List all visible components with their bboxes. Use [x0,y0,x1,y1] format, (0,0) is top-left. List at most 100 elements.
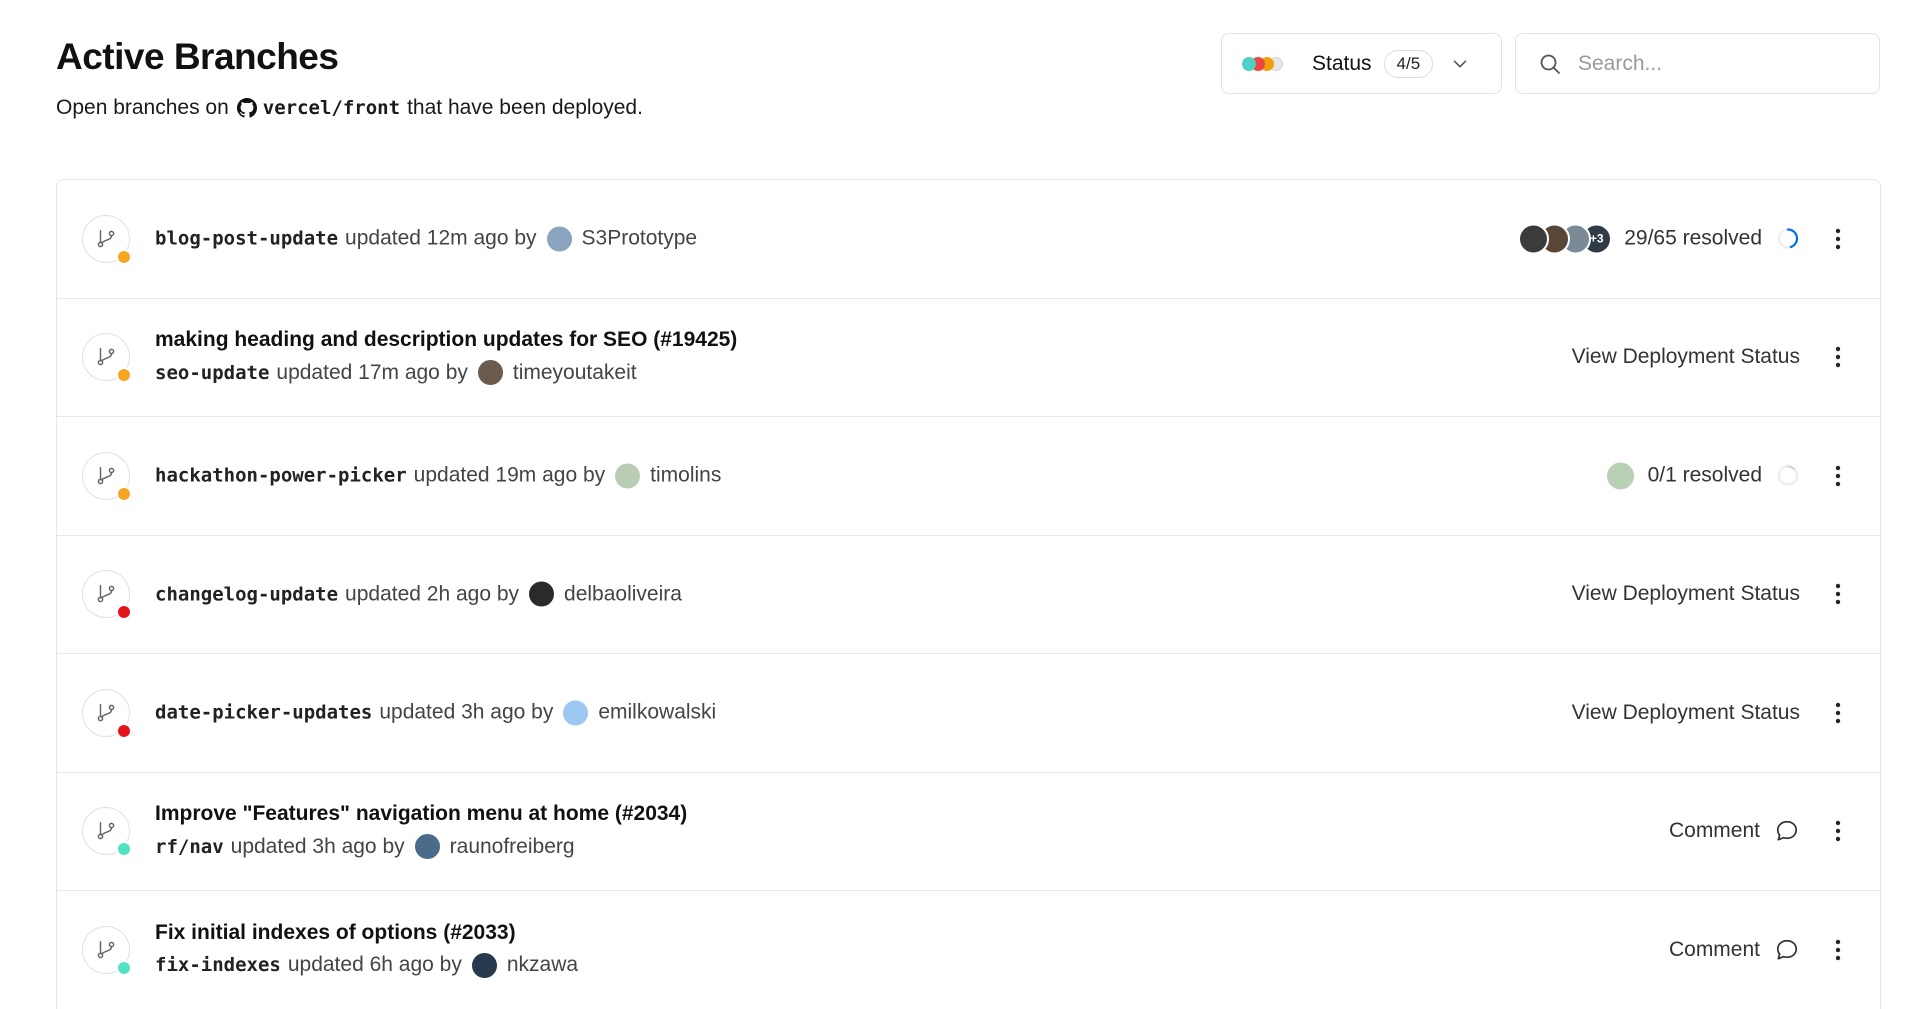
more-options-icon[interactable] [1826,224,1850,254]
branch-name[interactable]: changelog-update [155,583,338,605]
reviewer-avatar [1518,223,1550,255]
more-options-icon[interactable] [1826,342,1850,372]
branch-name[interactable]: fix-indexes [155,954,281,976]
subtitle-prefix: Open branches on [56,96,229,119]
search-box[interactable] [1515,33,1880,94]
author-name[interactable]: timolins [650,464,721,488]
view-deployment-status-link[interactable]: View Deployment Status [1572,701,1800,725]
git-branch-icon [82,570,132,621]
github-icon [236,98,257,118]
author-name[interactable]: delbaoliveira [564,582,682,606]
view-deployment-status-link[interactable]: View Deployment Status [1572,345,1800,369]
branch-name[interactable]: blog-post-update [155,228,338,250]
branch-meta: blog-post-update updated 12m ago by S3Prot… [155,225,698,253]
deploy-state-dot [116,722,132,739]
git-branch-icon [82,333,132,384]
git-branch-icon [82,925,132,976]
more-options-icon[interactable] [1826,698,1850,728]
reviewer-avatars[interactable] [1604,460,1636,492]
git-branch-icon [82,688,132,739]
branch-meta: seo-update updated 17m ago by timeyoutakei… [155,359,737,387]
branch-info: Fix initial indexes of options (#2033) fi… [155,921,578,979]
page-title: Active Branches [56,36,339,77]
avatar [470,951,498,979]
branch-name[interactable]: rf/nav [155,836,224,858]
row-right-content: Comment [1669,937,1800,963]
branch-name[interactable]: seo-update [155,362,269,384]
deploy-state-dot [116,248,132,265]
deploy-state-dot [116,604,132,621]
branch-row[interactable]: date-picker-updates updated 3h ago by emil… [57,654,1880,773]
more-options-icon[interactable] [1826,816,1850,846]
branch-row[interactable]: hackathon-power-picker updated 19m ago by… [57,417,1880,536]
resolved-count: 29/65 resolved [1624,226,1762,250]
updated-text: updated 2h ago by [345,582,520,606]
status-count-badge: 4/5 [1383,49,1434,78]
branch-info: date-picker-updates updated 3h ago by emil… [155,699,716,727]
updated-text: updated 19m ago by [413,463,606,487]
status-filter-button[interactable]: Status 4/5 [1221,33,1502,94]
author-name[interactable]: nkzawa [507,953,578,977]
status-dot [1242,56,1256,71]
updated-text: updated 3h ago by [379,700,554,724]
row-right-content: 0/1 resolved [1604,460,1800,492]
git-branch-icon [82,214,132,265]
branch-meta: hackathon-power-picker updated 19m ago by… [155,462,721,490]
repo-name[interactable]: vercel/front [263,97,400,119]
resolved-count: 0/1 resolved [1647,463,1762,487]
row-right-content: +3 29/65 resolved [1518,223,1800,255]
search-input[interactable] [1578,51,1858,76]
comment-icon[interactable] [1774,937,1800,963]
author-name[interactable]: raunofreiberg [450,835,575,859]
more-options-icon[interactable] [1826,579,1850,609]
progress-ring-icon [1776,227,1800,251]
subtitle-suffix: that have been deployed. [407,96,643,119]
branch-name[interactable]: date-picker-updates [155,702,372,724]
branch-info: changelog-update updated 2h ago by delbaol… [155,580,682,608]
author-name[interactable]: emilkowalski [598,701,716,725]
author-name[interactable]: timeyoutakeit [513,361,637,385]
avatar [614,462,642,490]
updated-text: updated 3h ago by [230,834,405,858]
comment-button[interactable]: Comment [1669,819,1760,843]
avatar [413,833,441,861]
avatar [545,225,573,253]
view-deployment-status-link[interactable]: View Deployment Status [1572,582,1800,606]
pr-title[interactable]: Improve "Features" navigation menu at ho… [155,802,687,826]
branch-info: Improve "Features" navigation menu at ho… [155,802,687,861]
progress-ring-icon [1776,464,1800,488]
git-branch-icon [82,807,132,858]
more-options-icon[interactable] [1826,935,1850,965]
branch-list: blog-post-update updated 12m ago by S3Prot… [56,179,1881,1009]
branch-row[interactable]: making heading and description updates f… [57,299,1880,417]
branch-row[interactable]: blog-post-update updated 12m ago by S3Prot… [57,180,1880,299]
branch-meta: date-picker-updates updated 3h ago by emil… [155,699,716,727]
branch-row[interactable]: Fix initial indexes of options (#2033) fi… [57,891,1880,1009]
pr-title[interactable]: Fix initial indexes of options (#2033) [155,921,578,945]
reviewer-avatars[interactable]: +3 [1518,223,1613,255]
row-right-content: Comment [1669,818,1800,844]
branch-name[interactable]: hackathon-power-picker [155,465,407,487]
deploy-state-dot [116,367,132,384]
avatar [528,580,556,608]
pr-title[interactable]: making heading and description updates f… [155,328,737,352]
updated-text: updated 12m ago by [345,226,537,250]
more-options-icon[interactable] [1826,461,1850,491]
page-subtitle: Open branches on vercel/front that have … [56,96,643,120]
deploy-state-dot [116,841,132,858]
branch-meta: rf/nav updated 3h ago by raunofreiberg [155,833,687,861]
comment-button[interactable]: Comment [1669,938,1760,962]
branch-row[interactable]: Improve "Features" navigation menu at ho… [57,773,1880,891]
branch-info: blog-post-update updated 12m ago by S3Prot… [155,225,698,253]
status-color-dots [1242,56,1292,71]
chevron-down-icon [1451,55,1469,73]
author-name[interactable]: S3Prototype [582,227,698,251]
reviewer-avatar [1604,460,1636,492]
branch-meta: fix-indexes updated 6h ago by nkzawa [155,951,578,979]
branch-info: making heading and description updates f… [155,328,737,387]
avatar [476,359,504,387]
branch-row[interactable]: changelog-update updated 2h ago by delbaol… [57,536,1880,654]
deploy-state-dot [116,959,132,976]
comment-icon[interactable] [1774,818,1800,844]
status-filter-label: Status [1312,51,1372,75]
